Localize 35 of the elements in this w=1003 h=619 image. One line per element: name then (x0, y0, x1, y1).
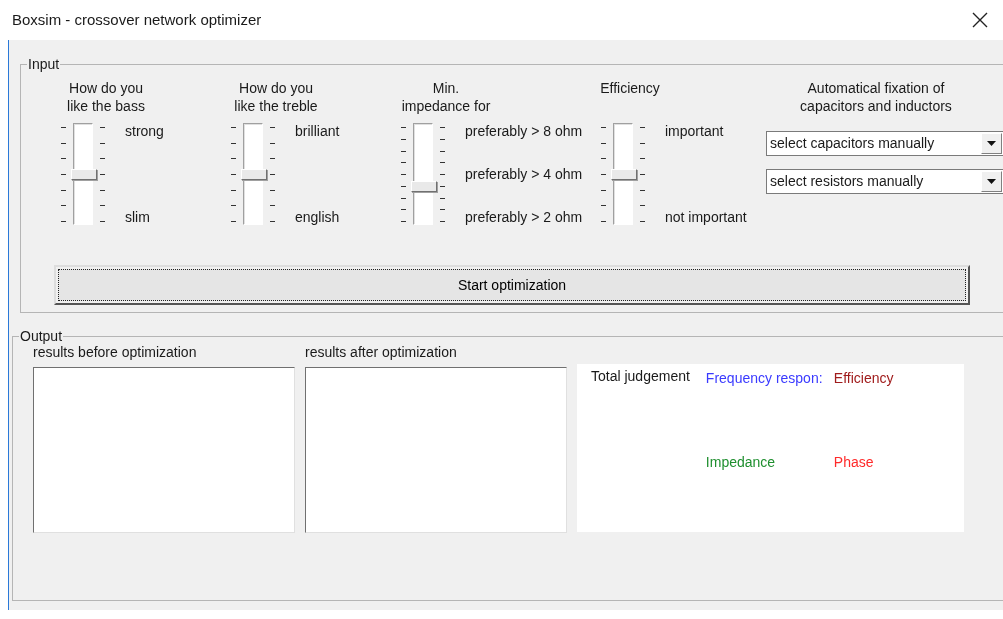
results-label: results before optimization (33, 344, 198, 361)
slider-label: preferably > 4 ohm (465, 166, 583, 182)
slider-thumb[interactable] (241, 169, 267, 180)
slider-thumb[interactable] (611, 169, 637, 180)
judgement-label: Total judgement (591, 368, 690, 384)
criterion-label: Frequency respon: (705, 369, 824, 388)
slider-thumb[interactable] (411, 180, 437, 192)
slider-label: english (295, 209, 340, 225)
slider-title: How do you like the treble (233, 79, 319, 116)
slider-label: slim (125, 209, 151, 225)
slider-title: Efficiency (599, 79, 661, 98)
criterion-label: Impedance (705, 453, 777, 472)
slider-label: not important (665, 209, 747, 225)
slider-label: important (665, 123, 725, 139)
slider-label: preferably > 2 ohm (465, 209, 583, 225)
start-optimization-button[interactable]: Start optimization (54, 265, 970, 305)
slider-title: How do you like the bass (66, 79, 146, 116)
group-title: Input (27, 57, 61, 71)
criterion-label: Phase (833, 453, 875, 472)
slider[interactable] (601, 123, 647, 225)
results-label: results after optimization (305, 343, 458, 361)
slider-title: Min. impedance for (401, 79, 491, 116)
slider-label: strong (125, 123, 164, 139)
slider[interactable] (61, 123, 107, 225)
dropdown-field[interactable]: select resistors manually (766, 169, 1003, 194)
criterion-label: Efficiency (833, 369, 895, 388)
window-title: Boxsim - crossover network optimizer (12, 9, 262, 30)
dropdown-field[interactable]: select capacitors manually (766, 131, 1003, 156)
slider[interactable] (231, 123, 277, 225)
slider-thumb[interactable] (71, 169, 97, 180)
group-title: Output (19, 329, 64, 343)
slider[interactable] (401, 123, 447, 225)
slider-label: preferably > 8 ohm (465, 123, 583, 139)
fixation-title: Automatical fixation of capacitors and inductors (799, 79, 953, 116)
slider-label: brilliant (295, 123, 340, 139)
